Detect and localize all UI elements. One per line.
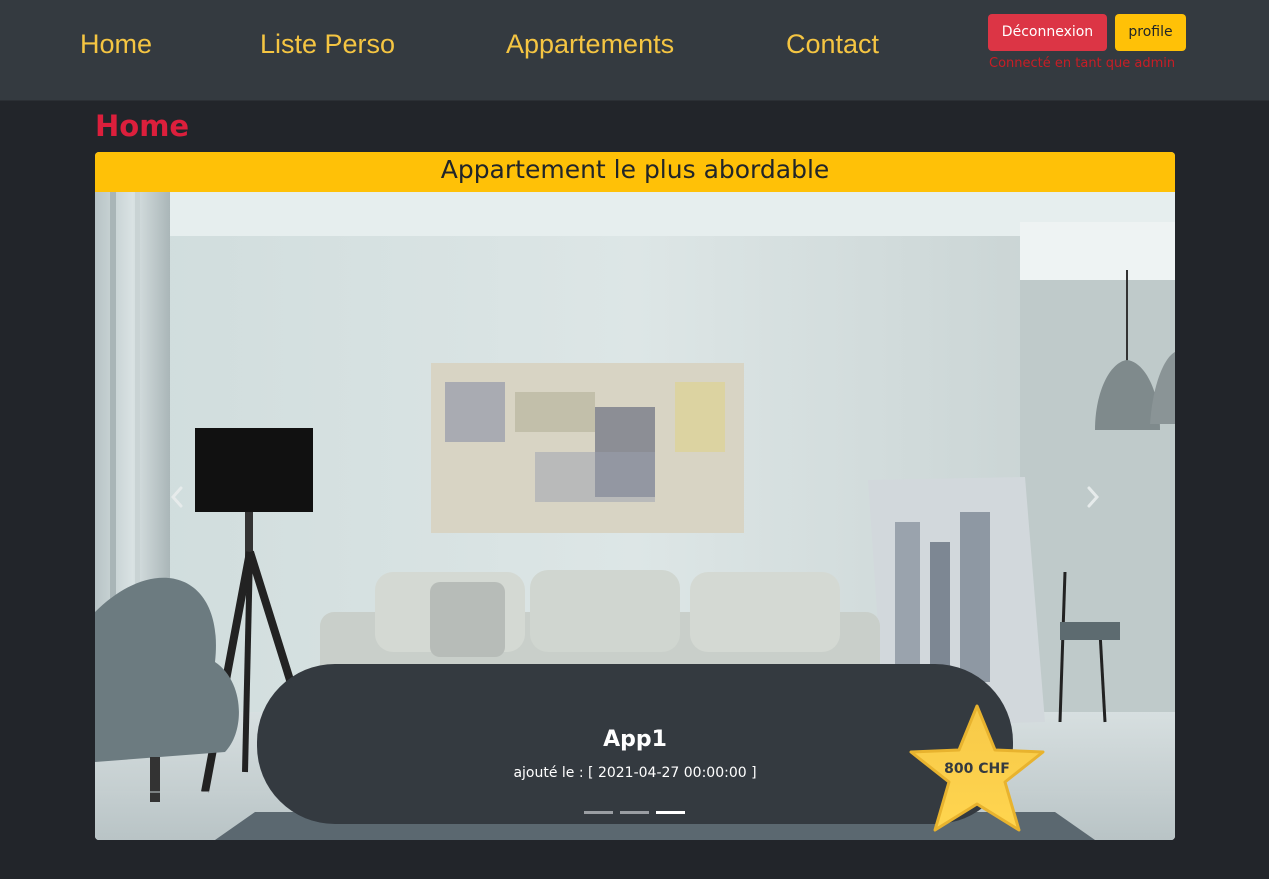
card-header: Appartement le plus abordable xyxy=(95,152,1175,192)
chevron-right-icon xyxy=(1087,486,1100,508)
carousel-indicator-1[interactable] xyxy=(584,811,613,814)
top-navbar: Home Liste Perso Appartements Contact Dé… xyxy=(0,0,1269,101)
logout-button[interactable]: Déconnexion xyxy=(988,14,1107,51)
nav-link-contact[interactable]: Contact xyxy=(786,28,879,60)
carousel-prev-button[interactable] xyxy=(157,482,197,512)
login-status-text: Connecté en tant que admin xyxy=(989,56,1176,71)
apartment-added-date: ajouté le : [ 2021-04-27 00:00:00 ] xyxy=(513,765,757,781)
carousel-indicator-2[interactable] xyxy=(620,811,649,814)
profile-button[interactable]: profile xyxy=(1115,14,1186,51)
featured-apartment-card: Appartement le plus abordable App1 ajout… xyxy=(95,152,1175,840)
nav-link-home[interactable]: Home xyxy=(80,28,152,60)
carousel-indicator-3[interactable] xyxy=(656,811,685,814)
carousel-next-button[interactable] xyxy=(1073,482,1113,512)
price-badge: 800 CHF xyxy=(944,761,1010,777)
chevron-left-icon xyxy=(170,486,183,508)
carousel: App1 ajouté le : [ 2021-04-27 00:00:00 ]… xyxy=(95,192,1175,840)
apartment-name: App1 xyxy=(603,727,667,752)
nav-link-appartements[interactable]: Appartements xyxy=(506,28,674,60)
page-title: Home xyxy=(95,109,190,143)
nav-link-liste-perso[interactable]: Liste Perso xyxy=(260,28,395,60)
